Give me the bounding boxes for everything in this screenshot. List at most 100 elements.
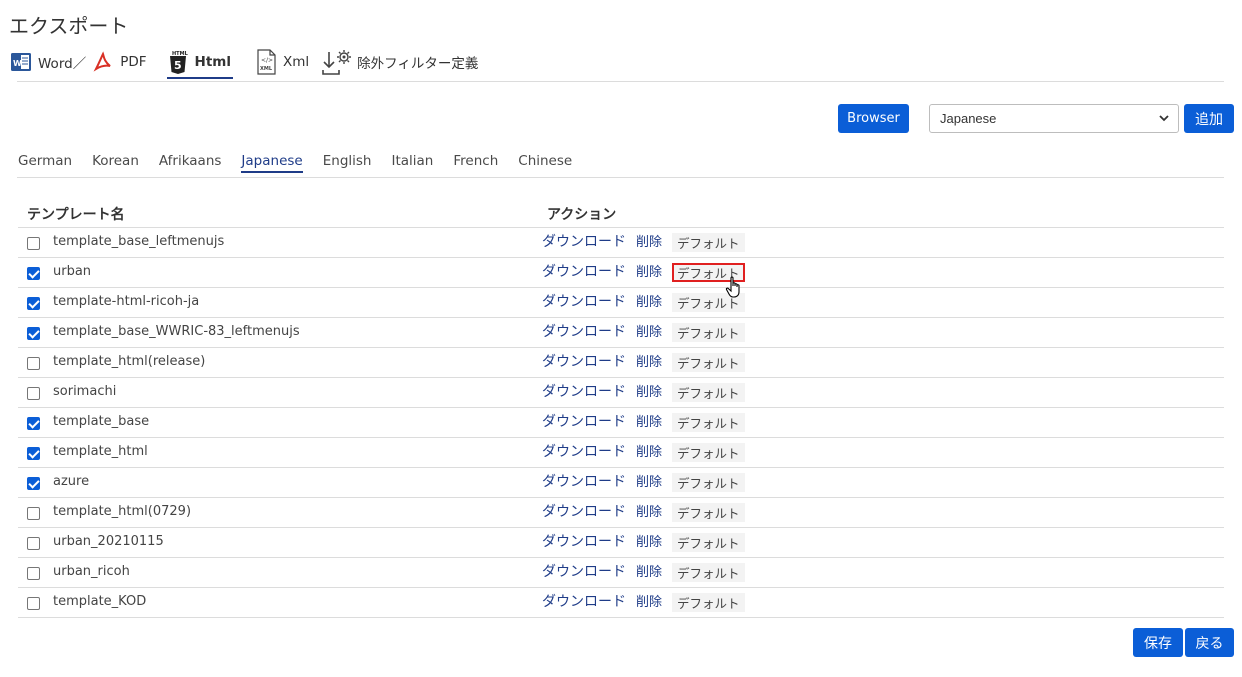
set-default-button[interactable]: デフォルト [672, 593, 745, 612]
table-row: template_base_leftmenujs ダウンロード 削除 デフォルト [18, 228, 1224, 258]
row-checkbox[interactable] [27, 297, 40, 310]
set-default-button[interactable]: デフォルト [672, 563, 745, 582]
tab-html-label: Html [194, 54, 231, 70]
download-link[interactable]: ダウンロード [542, 261, 626, 281]
pdf-icon [92, 51, 114, 73]
tab-language-afrikaans[interactable]: Afrikaans [159, 150, 222, 174]
back-button[interactable]: 戻る [1185, 628, 1234, 657]
download-link[interactable]: ダウンロード [542, 291, 626, 311]
download-link[interactable]: ダウンロード [542, 441, 626, 461]
row-checkbox[interactable] [27, 387, 40, 400]
set-default-button[interactable]: デフォルト [672, 353, 745, 372]
row-checkbox[interactable] [27, 267, 40, 280]
delete-link[interactable]: 削除 [636, 291, 662, 310]
svg-text:5: 5 [174, 59, 182, 72]
download-link[interactable]: ダウンロード [542, 231, 626, 251]
template-name: template_base [53, 414, 150, 429]
set-default-button[interactable]: デフォルト [672, 533, 745, 552]
page-title: エクスポート [9, 14, 129, 38]
template-name: template_KOD [53, 594, 147, 609]
set-default-button[interactable]: デフォルト [672, 413, 745, 432]
tab-language-italian[interactable]: Italian [391, 150, 433, 174]
delete-link[interactable]: 削除 [636, 351, 662, 370]
add-button[interactable]: 追加 [1184, 104, 1234, 133]
word-icon: W [10, 51, 32, 73]
language-select[interactable]: Japanese [929, 104, 1179, 133]
xml-icon: </> XML [255, 49, 277, 75]
tab-language-japanese[interactable]: Japanese [241, 150, 304, 174]
set-default-button[interactable]: デフォルト [672, 443, 745, 462]
row-checkbox[interactable] [27, 327, 40, 340]
download-link[interactable]: ダウンロード [542, 591, 626, 611]
delete-link[interactable]: 削除 [636, 231, 662, 250]
format-tabs: W Word／ PDF HTML 5 Html </> XML Xml 除外フィ… [10, 46, 478, 79]
browser-button[interactable]: Browser [838, 104, 909, 133]
delete-link[interactable]: 削除 [636, 501, 662, 520]
row-checkbox[interactable] [27, 447, 40, 460]
row-checkbox[interactable] [27, 417, 40, 430]
download-link[interactable]: ダウンロード [542, 351, 626, 371]
set-default-button[interactable]: デフォルト [672, 323, 745, 342]
table-row: template_base ダウンロード 削除 デフォルト [18, 408, 1224, 438]
table-row: urban_ricoh ダウンロード 削除 デフォルト [18, 558, 1224, 588]
delete-link[interactable]: 削除 [636, 321, 662, 340]
template-name: sorimachi [53, 384, 117, 399]
save-button[interactable]: 保存 [1133, 628, 1183, 657]
table-body: template_base_leftmenujs ダウンロード 削除 デフォルト urb… [18, 228, 1224, 618]
row-checkbox[interactable] [27, 357, 40, 370]
set-default-button[interactable]: デフォルト [672, 503, 745, 522]
tab-exclude-filter-label: 除外フィルター定義 [357, 56, 479, 72]
download-link[interactable]: ダウンロード [542, 321, 626, 341]
row-checkbox[interactable] [27, 567, 40, 580]
tab-pdf-label: PDF [120, 54, 147, 70]
delete-link[interactable]: 削除 [636, 561, 662, 580]
delete-link[interactable]: 削除 [636, 471, 662, 490]
row-checkbox[interactable] [27, 597, 40, 610]
tab-word[interactable]: W Word／ [10, 46, 86, 78]
delete-link[interactable]: 削除 [636, 381, 662, 400]
download-link[interactable]: ダウンロード [542, 381, 626, 401]
tab-language-french[interactable]: French [453, 150, 498, 174]
format-tabs-divider [17, 81, 1224, 82]
tab-word-label: Word／ [38, 56, 87, 72]
delete-link[interactable]: 削除 [636, 531, 662, 550]
download-link[interactable]: ダウンロード [542, 531, 626, 551]
row-checkbox[interactable] [27, 237, 40, 250]
template-name: template_base_WWRIC-83_leftmenujs [53, 324, 300, 339]
row-checkbox[interactable] [27, 537, 40, 550]
template-name: azure [53, 474, 90, 489]
delete-link[interactable]: 削除 [636, 411, 662, 430]
language-select-value: Japanese [940, 111, 997, 126]
download-link[interactable]: ダウンロード [542, 501, 626, 521]
download-link[interactable]: ダウンロード [542, 561, 626, 581]
template-name: template_html(0729) [53, 504, 192, 519]
row-checkbox[interactable] [27, 507, 40, 520]
table-row: template_html(release) ダウンロード 削除 デフォルト [18, 348, 1224, 378]
tab-language-korean[interactable]: Korean [92, 150, 139, 174]
download-link[interactable]: ダウンロード [542, 471, 626, 491]
table-row: template_base_WWRIC-83_leftmenujs ダウンロード削… [18, 318, 1224, 348]
delete-link[interactable]: 削除 [636, 591, 662, 610]
tab-language-german[interactable]: German [18, 150, 72, 174]
delete-link[interactable]: 削除 [636, 261, 662, 280]
set-default-button[interactable]: デフォルト [672, 233, 745, 252]
language-tabs: German Korean Afrikaans Japanese English Ital… [18, 150, 592, 176]
tab-xml[interactable]: </> XML Xml [255, 46, 309, 78]
table-row: sorimachi ダウンロード 削除 デフォルト [18, 378, 1224, 408]
hand-cursor-icon [725, 276, 745, 305]
tab-exclude-filter[interactable]: 除外フィルター定義 [321, 46, 478, 78]
delete-link[interactable]: 削除 [636, 441, 662, 460]
table-row: template_html(0729) ダウンロード 削除 デフォルト [18, 498, 1224, 528]
table-row: urban_20210115 ダウンロード 削除 デフォルト [18, 528, 1224, 558]
tab-language-chinese[interactable]: Chinese [518, 150, 572, 174]
download-link[interactable]: ダウンロード [542, 411, 626, 431]
set-default-button[interactable]: デフォルト [672, 383, 745, 402]
tab-language-english[interactable]: English [323, 150, 372, 174]
table-row: azure ダウンロード 削除 デフォルト [18, 468, 1224, 498]
tab-pdf[interactable]: PDF [92, 46, 147, 78]
tab-html[interactable]: HTML 5 Html [166, 46, 234, 79]
row-checkbox[interactable] [27, 477, 40, 490]
template-name: template_base_leftmenujs [53, 234, 225, 249]
set-default-button[interactable]: デフォルト [672, 473, 745, 492]
template-name: template-html-ricoh-ja [53, 294, 200, 309]
